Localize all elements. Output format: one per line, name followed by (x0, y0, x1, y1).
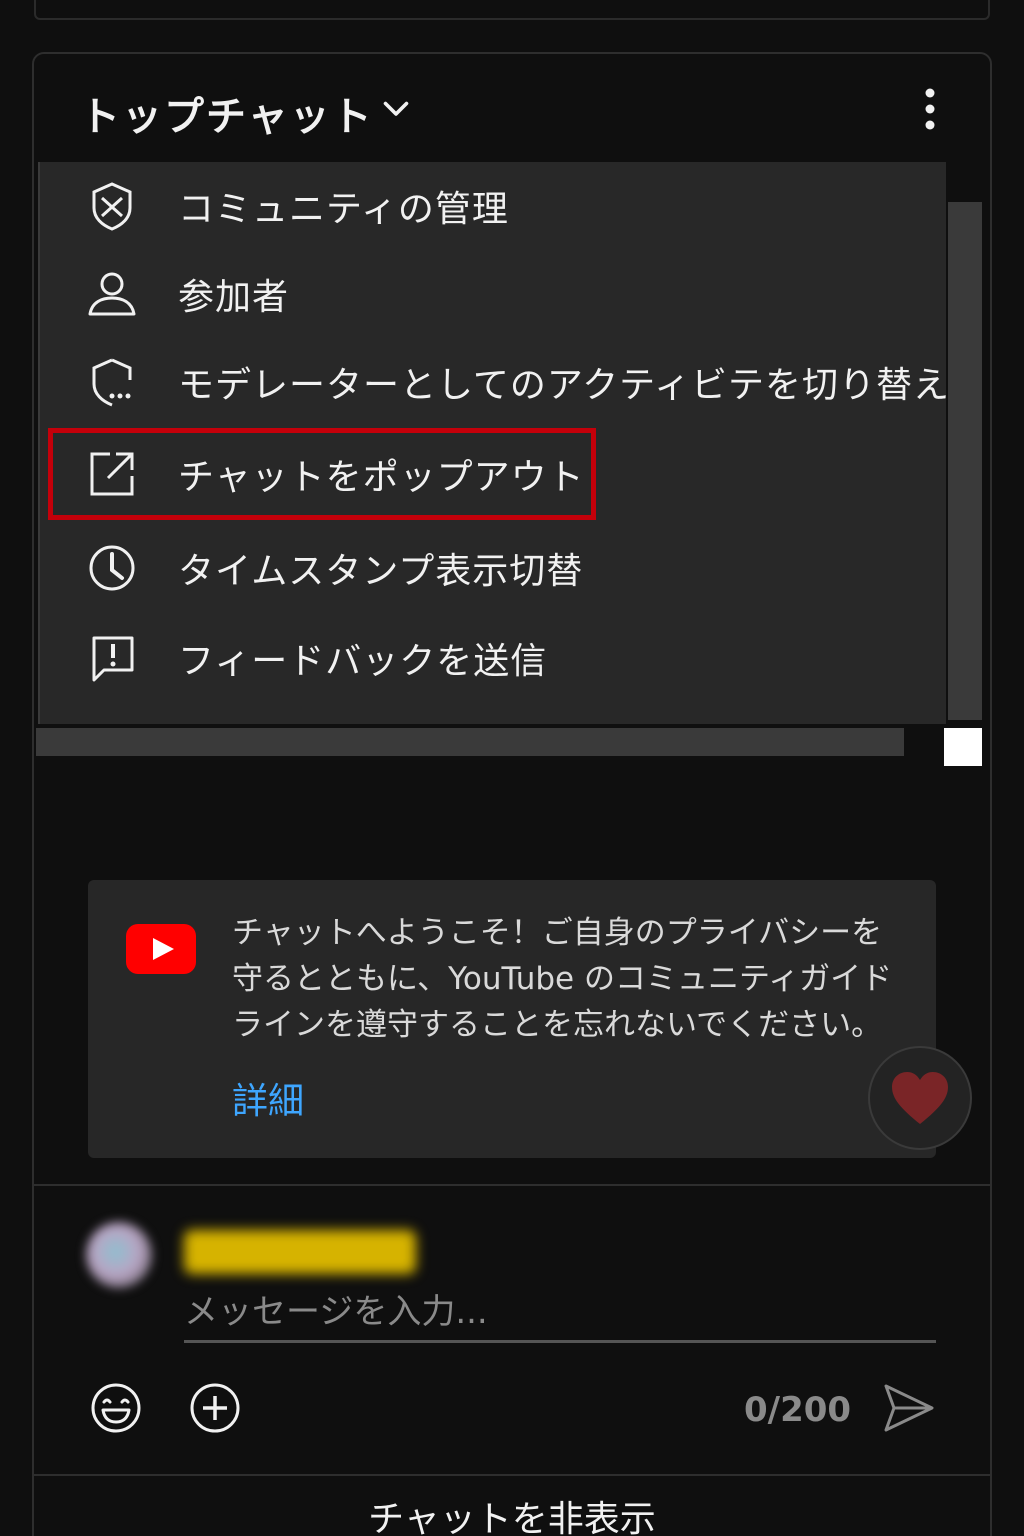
more-vert-icon[interactable] (918, 84, 942, 134)
menu-item-label: モデレーターとしてのアクティビテを切り替え (178, 365, 950, 406)
menu-item-toggle-timestamps[interactable]: タイムスタンプ表示切替 (40, 524, 946, 612)
menu-item-label: フィードバックを送信 (178, 641, 548, 682)
feedback-icon (92, 636, 134, 682)
shield-chat-icon (92, 358, 132, 407)
menu-item-label: タイムスタンプ表示切替 (178, 551, 584, 592)
chat-mode-title[interactable]: トップチャット (80, 84, 374, 142)
welcome-message: チャットへようこそ！ご自身のプライバシーを守るとともに、YouTube のコミュ… (88, 880, 936, 1158)
menu-item-label: コミュニティの管理 (178, 189, 509, 230)
username-redacted (184, 1230, 416, 1274)
menu-horizontal-scrollbar[interactable] (36, 728, 904, 756)
previous-card-edge (34, 0, 990, 20)
youtube-logo-icon (126, 924, 196, 974)
page: トップチャット コミュニティの管理 参加者 モデレーターとしてのアクティビテを切… (0, 0, 1024, 1536)
learn-more-link[interactable]: 詳細 (232, 1072, 304, 1124)
heart-icon (892, 1072, 948, 1124)
highlight-annotation (48, 428, 596, 520)
menu-item-label: 参加者 (178, 277, 290, 318)
send-icon[interactable] (880, 1380, 936, 1436)
menu-item-send-feedback[interactable]: フィードバックを送信 (40, 614, 946, 702)
person-icon (88, 272, 136, 316)
menu-item-toggle-moderator-activity[interactable]: モデレーターとしてのアクティビテを切り替え (40, 338, 949, 426)
chat-header: トップチャット (34, 54, 990, 164)
message-input[interactable] (184, 1284, 936, 1343)
add-circle-icon[interactable] (187, 1380, 243, 1436)
menu-item-community-management[interactable]: コミュニティの管理 (40, 162, 946, 250)
scrollbar-corner (944, 728, 982, 766)
divider (34, 1184, 990, 1186)
hide-chat-button[interactable]: チャットを非表示 (0, 1490, 1024, 1536)
welcome-text: チャットへようこそ！ご自身のプライバシーを守るとともに、YouTube のコミュ… (232, 915, 893, 1043)
chevron-down-icon[interactable] (378, 90, 414, 126)
clock-icon (89, 545, 135, 591)
shield-x-icon (92, 182, 132, 231)
divider (34, 1474, 990, 1476)
menu-vertical-scrollbar[interactable] (948, 202, 982, 720)
character-count: 0/200 (744, 1390, 852, 1430)
avatar (86, 1222, 152, 1288)
menu-item-participants[interactable]: 参加者 (40, 250, 946, 338)
emoji-icon[interactable] (88, 1380, 144, 1436)
reaction-button[interactable] (868, 1046, 972, 1150)
